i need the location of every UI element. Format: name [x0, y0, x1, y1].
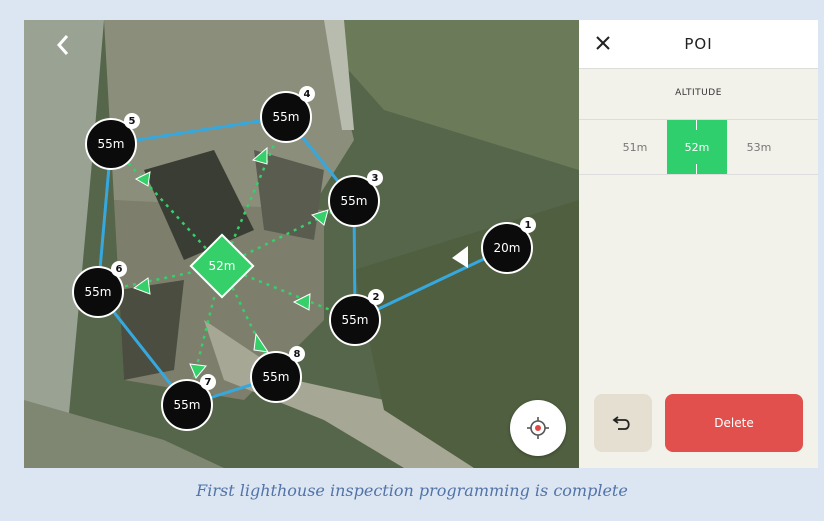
close-icon: [596, 36, 610, 50]
heading-arrow: [251, 146, 268, 165]
poi-panel: POI ALTITUDE 51m 52m 53m Delete: [579, 20, 818, 468]
waypoint-number-badge: 2: [368, 289, 384, 305]
close-button[interactable]: [589, 29, 617, 57]
waypoint-5[interactable]: 55m 5: [85, 113, 140, 170]
heading-arrow: [310, 209, 329, 226]
panel-header: POI: [579, 20, 818, 69]
waypoint-altitude: 55m: [341, 313, 369, 327]
waypoint-number-badge: 8: [289, 346, 305, 362]
waypoint-route-line: [96, 115, 508, 407]
back-button[interactable]: [48, 30, 78, 60]
waypoint-altitude: 55m: [272, 110, 300, 124]
waypoint-altitude: 55m: [84, 285, 112, 299]
altitude-selector[interactable]: 51m 52m 53m: [579, 119, 818, 175]
locate-button[interactable]: [510, 400, 566, 456]
waypoint-number-badge: 6: [111, 261, 127, 277]
heading-arrow: [134, 171, 151, 187]
waypoint-number-badge: 1: [520, 217, 536, 233]
waypoint-number-badge: 4: [299, 86, 315, 102]
poi-marker[interactable]: 52m: [187, 231, 257, 301]
waypoint-8[interactable]: 55m 8: [250, 346, 305, 403]
target-location-icon: [527, 417, 549, 439]
waypoint-7[interactable]: 55m 7: [161, 374, 216, 431]
waypoint-altitude: 55m: [340, 194, 368, 208]
app-frame: 52m 20m 1 55m 2 55m 3 55m 4 55m 5 55m 6 …: [24, 20, 818, 468]
drone-heading-arrow: [452, 246, 468, 268]
selector-tick-top: [696, 120, 697, 130]
waypoint-3[interactable]: 55m 3: [328, 170, 383, 227]
altitude-option-label: 52m: [684, 140, 710, 154]
waypoint-4[interactable]: 55m 4: [260, 86, 315, 143]
waypoint-number-badge: 3: [367, 170, 383, 186]
selector-tick-bottom: [696, 164, 697, 174]
waypoint-6[interactable]: 55m 6: [72, 261, 127, 318]
waypoint-1[interactable]: 20m 1: [481, 217, 536, 274]
waypoint-number-badge: 5: [124, 113, 140, 129]
waypoint-altitude: 20m: [493, 241, 521, 255]
waypoint-altitude: 55m: [97, 137, 125, 151]
delete-button[interactable]: Delete: [665, 394, 803, 452]
altitude-option-52[interactable]: 52m: [667, 120, 727, 174]
waypoint-altitude: 55m: [173, 398, 201, 412]
heading-arrow: [253, 332, 270, 353]
undo-icon: [612, 416, 630, 430]
altitude-option-51[interactable]: 51m: [605, 120, 665, 174]
poi-altitude: 52m: [208, 259, 236, 273]
waypoint-number-badge: 7: [200, 374, 216, 390]
figure-caption: First lighthouse inspection programming …: [196, 481, 628, 500]
altitude-label: ALTITUDE: [675, 88, 722, 98]
heading-arrow: [132, 277, 151, 295]
chevron-left-icon: [56, 35, 69, 55]
map-view[interactable]: 52m 20m 1 55m 2 55m 3 55m 4 55m 5 55m 6 …: [24, 20, 579, 468]
altitude-option-53[interactable]: 53m: [729, 120, 789, 174]
undo-button[interactable]: [594, 394, 652, 452]
waypoint-2[interactable]: 55m 2: [329, 289, 384, 346]
waypoint-altitude: 55m: [262, 370, 290, 384]
